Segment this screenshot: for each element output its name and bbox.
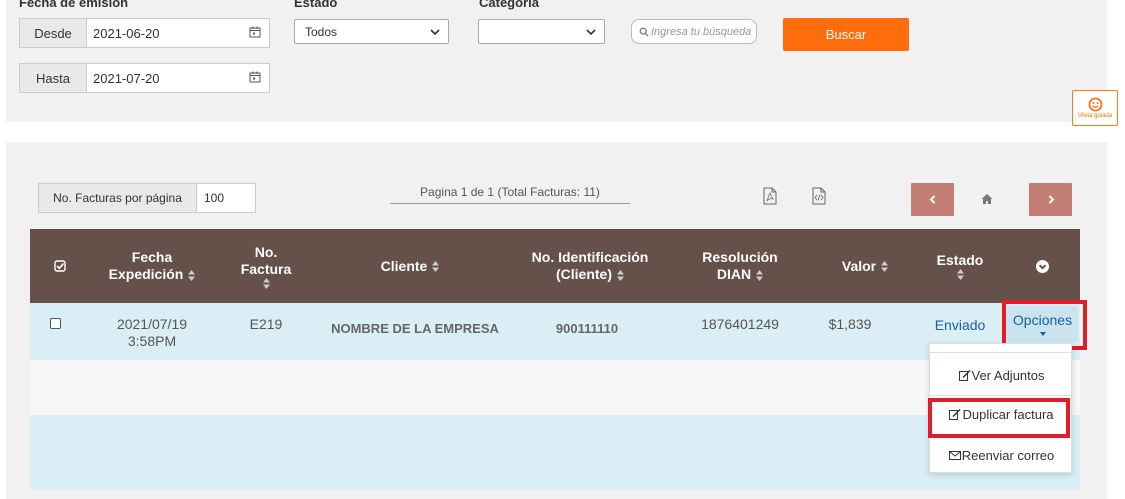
xml-export-icon[interactable]	[812, 187, 826, 205]
search-icon	[639, 27, 649, 37]
header-estado[interactable]: Estado	[920, 229, 1000, 303]
header-resol-line2: DIAN	[716, 266, 752, 282]
envelope-icon	[948, 450, 961, 460]
chevron-circle-down-icon	[1036, 259, 1049, 273]
table-header: Fecha Expedición No. Factura Cliente No.…	[30, 229, 1080, 303]
header-noid-line2: (Cliente)	[556, 266, 612, 282]
desde-date-input[interactable]: 2021-06-20	[87, 19, 269, 47]
header-fecha-expedicion[interactable]: Fecha Expedición	[82, 229, 222, 303]
row-fecha-time: 3:58PM	[127, 333, 177, 349]
filter-panel: Fecha de emisión Estado Categoria Desde …	[6, 0, 1107, 122]
header-fecha-line1: Fecha	[131, 249, 173, 265]
table-row	[30, 360, 1080, 415]
table-row	[30, 415, 1080, 490]
select-all-checkbox[interactable]	[40, 229, 80, 303]
sort-icon	[262, 277, 270, 289]
row-factura: E219	[249, 316, 283, 332]
hasta-date-value: 2021-07-20	[93, 70, 160, 86]
row-resolucion: 1876401249	[701, 316, 779, 332]
edit-icon	[958, 369, 971, 381]
highlight-duplicar-factura	[928, 398, 1070, 438]
chevron-down-icon	[586, 29, 596, 36]
header-noid-line1: No. Identificación	[531, 249, 649, 265]
chevron-right-icon	[1048, 195, 1054, 204]
sort-icon	[617, 269, 624, 281]
header-no-factura[interactable]: No. Factura	[225, 229, 307, 303]
sort-icon	[188, 269, 196, 281]
home-icon[interactable]	[981, 193, 993, 205]
chevron-left-icon	[929, 195, 935, 204]
header-resolucion-dian[interactable]: Resolución DIAN	[680, 229, 800, 303]
per-page-group: No. Facturas por página 100	[38, 183, 256, 213]
reenviar-correo-label: Reenviar correo	[961, 447, 1055, 463]
check-square-icon	[54, 260, 66, 272]
ver-adjuntos-label: Ver Adjuntos	[971, 367, 1045, 383]
header-resol-line1: Resolución	[702, 249, 778, 265]
fecha-emision-label: Fecha de emisión	[19, 0, 129, 10]
search-placeholder: Ingresa tu búsqueda	[651, 25, 752, 38]
per-page-label: No. Facturas por página	[39, 184, 197, 212]
sort-icon	[881, 261, 889, 273]
estado-label: Estado	[294, 0, 338, 10]
categoria-label: Categoria	[479, 0, 539, 10]
calendar-icon[interactable]	[249, 26, 261, 38]
calendar-icon[interactable]	[249, 71, 261, 83]
header-cliente-label: Cliente	[380, 257, 428, 274]
invoice-table: Fecha Expedición No. Factura Cliente No.…	[30, 229, 1080, 490]
sort-icon	[956, 269, 964, 280]
menu-item-ver-adjuntos[interactable]: Ver Adjuntos	[930, 357, 1073, 393]
page-info: Pagina 1 de 1 (Total Facturas: 11)	[390, 185, 630, 204]
categoria-select[interactable]	[478, 19, 605, 44]
header-nofactura-line1: No.	[254, 243, 278, 260]
chevron-down-icon	[430, 29, 440, 36]
row-fecha-date: 2021/07/19	[116, 316, 188, 332]
row-checkbox[interactable]	[50, 318, 61, 329]
header-options-toggle[interactable]	[1020, 229, 1065, 303]
next-page-button[interactable]	[1029, 183, 1072, 216]
estado-select[interactable]: Todos	[294, 19, 449, 44]
visita-guiada-button[interactable]: Visita guiada	[1072, 90, 1118, 126]
per-page-input[interactable]: 100	[197, 184, 255, 212]
sort-icon	[756, 269, 764, 281]
header-valor[interactable]: Valor	[820, 229, 910, 303]
hasta-label: Hasta	[20, 64, 87, 92]
row-fecha: 2021/07/19 3:58PM	[82, 316, 222, 350]
prev-page-button[interactable]	[911, 183, 954, 216]
search-input[interactable]: Ingresa tu búsqueda	[631, 19, 757, 44]
header-estado-label: Estado	[936, 252, 984, 268]
smile-icon	[1088, 97, 1102, 112]
header-no-identificacion[interactable]: No. Identificación (Cliente)	[510, 229, 670, 303]
menu-item-reenviar-correo[interactable]: Reenviar correo	[930, 437, 1073, 473]
buscar-button[interactable]: Buscar	[783, 18, 909, 51]
row-identificacion: 900111110	[555, 321, 619, 336]
header-nofactura-line2: Factura	[240, 260, 292, 277]
dropdown-divider	[930, 352, 1073, 353]
estado-select-value: Todos	[305, 24, 338, 39]
header-valor-label: Valor	[841, 257, 877, 274]
desde-date-value: 2021-06-20	[93, 25, 160, 41]
row-estado-enviado[interactable]: Enviado	[920, 317, 1000, 334]
table-row: 2021/07/19 3:58PM E219 NOMBRE DE LA EMPR…	[30, 303, 1080, 360]
row-cliente: NOMBRE DE LA EMPRESA	[331, 321, 499, 336]
desde-label: Desde	[20, 19, 87, 47]
hasta-date-input[interactable]: 2021-07-20	[87, 64, 269, 92]
pdf-export-icon[interactable]	[763, 187, 777, 205]
hasta-date-group: Hasta 2021-07-20	[19, 63, 270, 93]
desde-date-group: Desde 2021-06-20	[19, 18, 270, 48]
row-valor: $1,839	[828, 316, 872, 332]
header-cliente[interactable]: Cliente	[310, 229, 510, 303]
sort-icon	[432, 261, 440, 273]
visita-guiada-label: Visita guiada	[1077, 113, 1113, 119]
header-fecha-line2: Expedición	[108, 266, 184, 282]
